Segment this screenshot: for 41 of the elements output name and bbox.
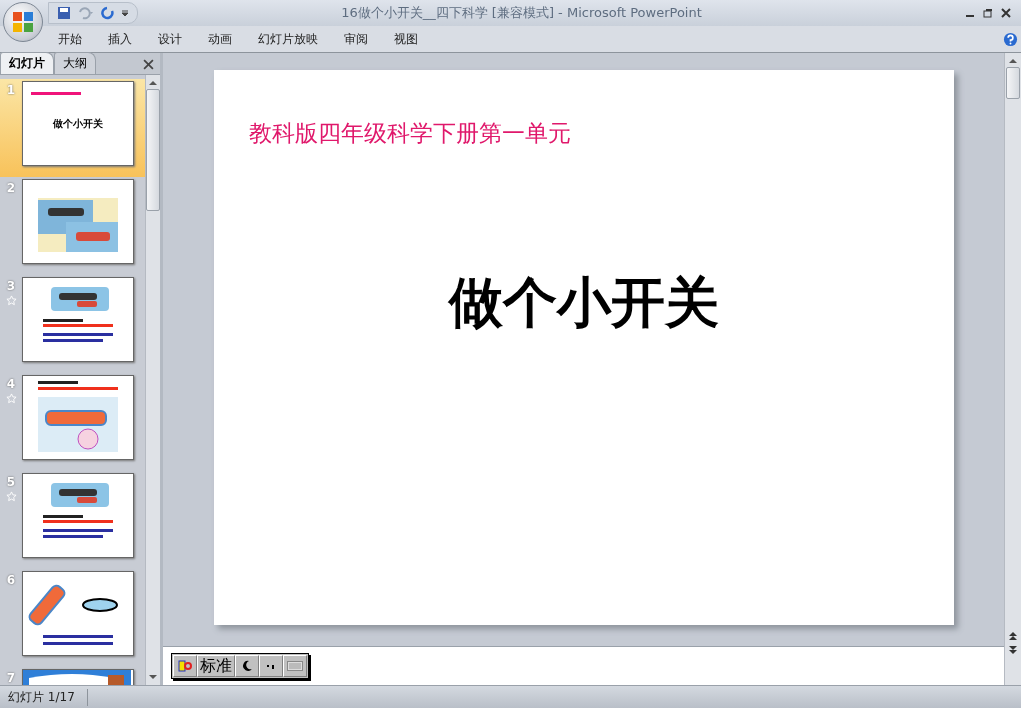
- ime-logo-icon[interactable]: [173, 655, 197, 677]
- window-title: 16做个小开关__四下科学 [兼容模式] - Microsoft PowerPoint: [340, 4, 703, 22]
- ribbon-tab[interactable]: 幻灯片放映: [245, 28, 331, 50]
- slide-number: 6: [6, 573, 16, 587]
- redo-icon[interactable]: [101, 6, 115, 20]
- office-button[interactable]: [3, 2, 43, 42]
- scrollbar-thumb[interactable]: [1006, 67, 1020, 99]
- ribbon-tab[interactable]: 审阅: [331, 28, 381, 50]
- slide-counter: 幻灯片 1/17: [0, 688, 88, 706]
- scroll-up-icon[interactable]: [1009, 57, 1017, 65]
- ribbon-tab[interactable]: 插入: [95, 28, 145, 50]
- panel-tab[interactable]: 大纲: [54, 52, 96, 74]
- scroll-down-icon[interactable]: [149, 673, 157, 681]
- keyboard-icon[interactable]: [283, 655, 307, 677]
- punctuation-icon[interactable]: [259, 655, 283, 677]
- previous-slide-icon[interactable]: [1009, 631, 1017, 641]
- slide-number: 1: [6, 83, 16, 97]
- ime-mode-button[interactable]: 标准: [197, 655, 235, 677]
- restore-icon[interactable]: [983, 8, 993, 18]
- slide-thumbnail-item[interactable]: 1 做个小开关: [0, 79, 145, 177]
- ribbon-tab[interactable]: 设计: [145, 28, 195, 50]
- thumbnail-title: 做个小开关: [53, 116, 103, 131]
- ribbon-tab[interactable]: 开始: [45, 28, 95, 50]
- ribbon-tab[interactable]: 动画: [195, 28, 245, 50]
- moon-icon[interactable]: [235, 655, 259, 677]
- office-logo-icon: [12, 11, 34, 33]
- scroll-up-icon[interactable]: [149, 79, 157, 87]
- subtitle-bar: [31, 92, 81, 95]
- save-icon[interactable]: [57, 6, 71, 20]
- close-icon[interactable]: [1001, 8, 1011, 18]
- next-slide-icon[interactable]: [1009, 645, 1017, 655]
- slide-title: 做个小开关: [447, 270, 720, 336]
- slide-subtitle: 教科版四年级科学下册第一单元: [248, 119, 572, 148]
- close-icon[interactable]: [143, 59, 154, 70]
- ribbon-tab[interactable]: 视图: [381, 28, 431, 50]
- slide-number: 5: [6, 475, 16, 489]
- customize-arrow-icon[interactable]: [121, 9, 129, 17]
- slide-number: 4: [6, 377, 16, 391]
- panel-tab[interactable]: 幻灯片: [0, 52, 54, 74]
- help-icon[interactable]: [1003, 31, 1018, 47]
- scrollbar-thumb[interactable]: [146, 89, 160, 211]
